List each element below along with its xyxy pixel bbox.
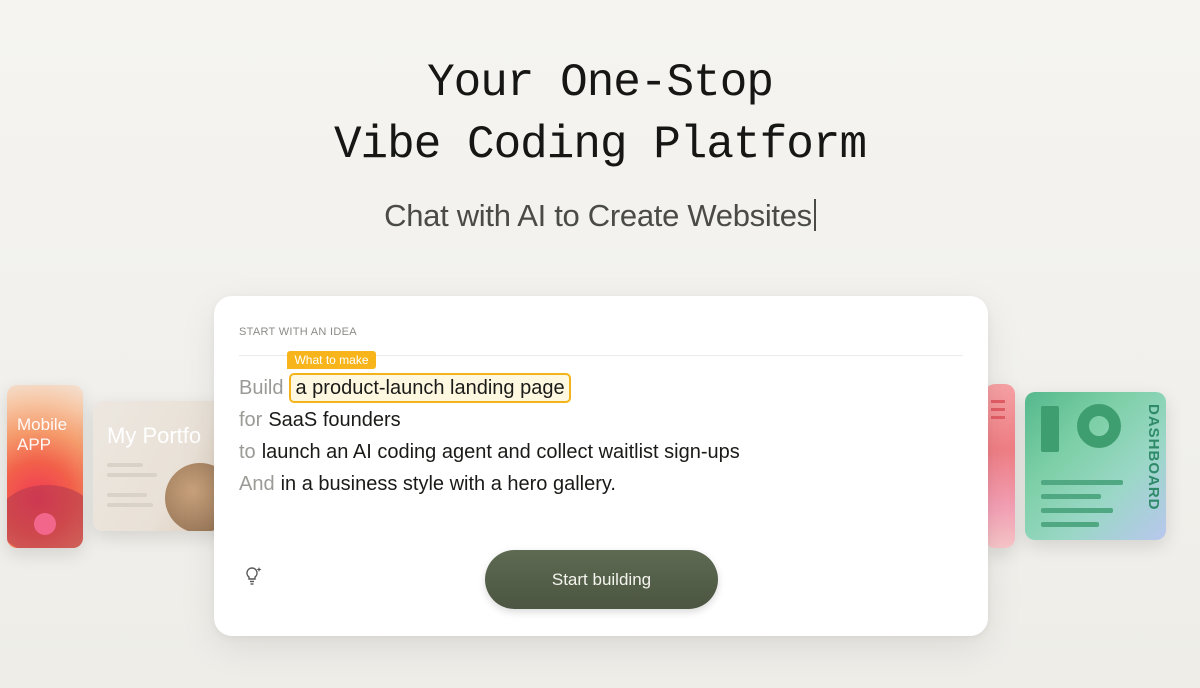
hero-subtitle-text: Chat with AI to Create Websites xyxy=(384,198,812,233)
hero-title-line1: Your One-Stop xyxy=(427,57,774,109)
portfolio-card-title: My Portfo xyxy=(107,423,202,448)
dashboard-bar-graphic xyxy=(1041,406,1059,452)
prompt-field-goal[interactable]: launch an AI coding agent and collect wa… xyxy=(262,441,740,463)
lightbulb-sparkle-icon[interactable] xyxy=(244,564,264,588)
card-placeholder-line xyxy=(1041,480,1123,485)
card-placeholder-line xyxy=(1041,508,1113,513)
portfolio-template-card[interactable]: My Portfo xyxy=(93,401,233,531)
prompt-field-style[interactable]: in a business style with a hero gallery. xyxy=(281,473,616,495)
card-placeholder-line xyxy=(991,408,1005,411)
card-placeholder-line xyxy=(1041,522,1099,527)
start-building-button[interactable]: Start building xyxy=(485,550,718,609)
hero-title-line2: Vibe Coding Platform xyxy=(333,119,867,171)
prompt-card: START WITH AN IDEA Build What to make a pr… xyxy=(214,296,988,636)
dashboard-ring-graphic xyxy=(1077,404,1121,448)
prompt-keyword: for xyxy=(239,409,263,431)
prompt-row-to: to launch an AI coding agent and collect … xyxy=(239,436,959,468)
section-label: START WITH AN IDEA xyxy=(239,326,357,338)
prompt-keyword: Build xyxy=(239,377,284,399)
mobile-app-line1: Mobile xyxy=(17,415,68,434)
card-placeholder-line xyxy=(991,416,1005,419)
card-placeholder-line xyxy=(107,493,147,497)
prompt-field-what-to-make[interactable]: What to make a product-launch landing pag… xyxy=(287,351,571,403)
prompt-value: a product-launch landing page xyxy=(295,377,565,399)
card-placeholder-line xyxy=(107,463,143,467)
prompt-row-and: And in a business style with a hero galle… xyxy=(239,468,959,500)
field-tag: What to make xyxy=(287,351,376,369)
card-placeholder-line xyxy=(107,503,153,507)
hero-subtitle: Chat with AI to Create Websites xyxy=(0,198,1200,234)
template-card-partial[interactable] xyxy=(985,384,1015,548)
card-decoration-dot xyxy=(34,513,56,535)
prompt-keyword: And xyxy=(239,473,275,495)
prompt-field-audience[interactable]: SaaS founders xyxy=(268,409,400,431)
mobile-app-template-card[interactable]: Mobile APP xyxy=(7,385,83,548)
hero-title: Your One-Stop Vibe Coding Platform xyxy=(0,52,1200,176)
card-placeholder-line xyxy=(107,473,157,477)
prompt-row-build: Build What to make a product-launch landin… xyxy=(239,351,959,404)
prompt-rows: Build What to make a product-launch landin… xyxy=(239,351,959,500)
typing-caret xyxy=(813,199,816,231)
mobile-app-line2: APP xyxy=(17,435,52,454)
card-placeholder-line xyxy=(991,400,1005,403)
card-placeholder-line xyxy=(1041,494,1101,499)
prompt-row-for: for SaaS founders xyxy=(239,404,959,436)
prompt-keyword: to xyxy=(239,441,256,463)
dashboard-card-label: DASHBOARD xyxy=(1145,404,1162,511)
dashboard-template-card[interactable]: DASHBOARD xyxy=(1025,392,1166,540)
mobile-app-card-title: Mobile APP xyxy=(17,415,67,455)
